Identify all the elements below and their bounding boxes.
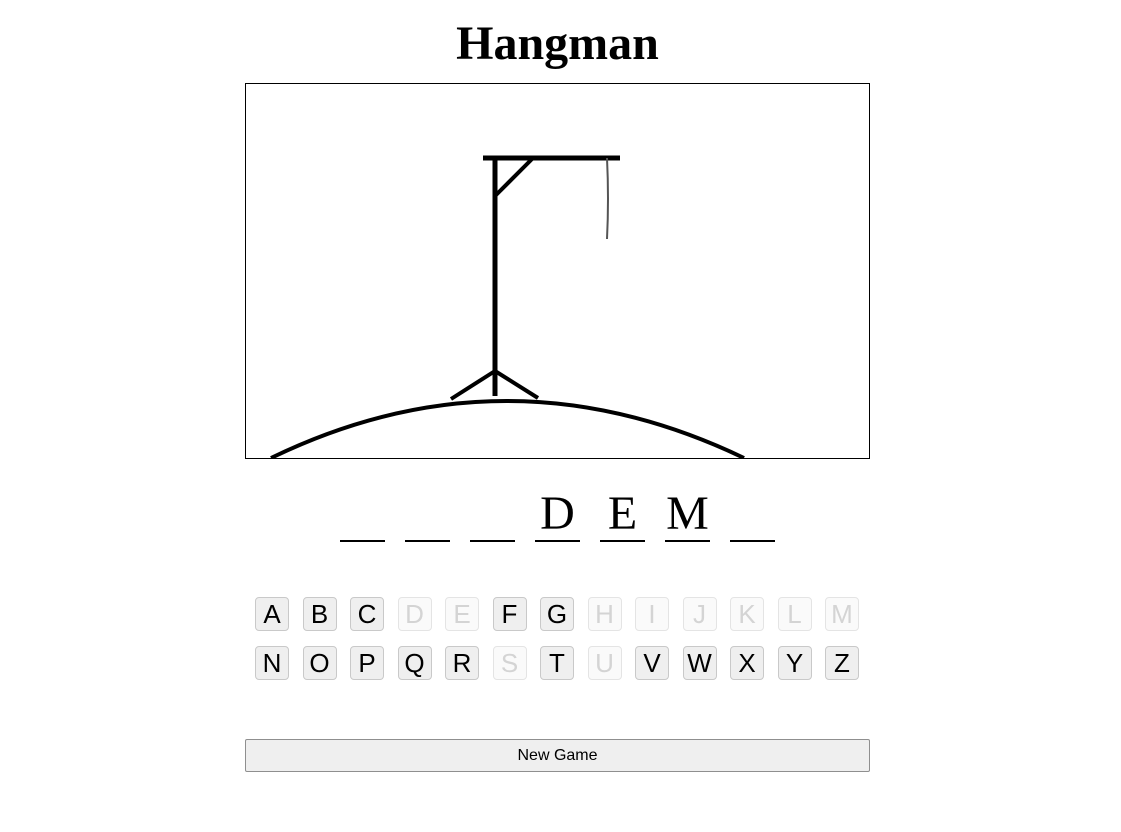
gallows-base-right [493, 369, 540, 400]
letter-key-c[interactable]: C [350, 597, 384, 631]
letter-key-t[interactable]: T [540, 646, 574, 680]
letter-key-i: I [635, 597, 669, 631]
gallows-drawing [270, 155, 745, 458]
letter-key-k: K [730, 597, 764, 631]
letter-key-m: M [825, 597, 859, 631]
gallows-hill [270, 399, 745, 458]
letter-key-a[interactable]: A [255, 597, 289, 631]
letter-key-u: U [587, 646, 622, 680]
letter-key-y[interactable]: Y [777, 646, 812, 680]
letter-key-n[interactable]: N [255, 646, 289, 680]
letter-key-p[interactable]: P [350, 646, 384, 680]
new-game-button[interactable]: New Game [245, 739, 870, 772]
page-title: Hangman [456, 17, 659, 70]
word-letter-slot: E [600, 488, 645, 542]
letter-key-g[interactable]: G [540, 597, 574, 631]
word-letter-slot: M [665, 487, 710, 542]
letter-key-z[interactable]: Z [825, 646, 859, 680]
word-letter-slot [470, 488, 515, 542]
word-letter-slot [340, 488, 385, 542]
word-letter-slot: D [535, 488, 580, 542]
letter-key-e: E [445, 597, 479, 631]
gallows-canvas [245, 83, 870, 459]
letter-key-l: L [777, 597, 812, 631]
letter-key-h: H [587, 597, 622, 631]
letter-key-v[interactable]: V [635, 646, 669, 680]
gallows-brace [493, 156, 535, 198]
letter-key-x[interactable]: X [730, 646, 764, 680]
gallows-rope [606, 157, 609, 240]
letter-key-b[interactable]: B [302, 597, 337, 631]
letter-key-f[interactable]: F [492, 597, 527, 631]
letter-key-j: J [682, 597, 717, 631]
letter-key-d: D [397, 597, 432, 631]
letter-key-r[interactable]: R [445, 646, 479, 680]
gallows-base-left [449, 369, 497, 401]
letter-key-o[interactable]: O [302, 646, 337, 680]
word-letter-slot [405, 488, 450, 542]
letter-key-q[interactable]: Q [397, 646, 432, 680]
letter-key-s: S [492, 646, 527, 680]
letter-key-w[interactable]: W [682, 646, 717, 680]
word-letter-slot [730, 488, 775, 542]
hangman-page: Hangman DEM ABCDEFGHIJKLMNOPQRSTUVWXYZ N… [0, 0, 1121, 832]
